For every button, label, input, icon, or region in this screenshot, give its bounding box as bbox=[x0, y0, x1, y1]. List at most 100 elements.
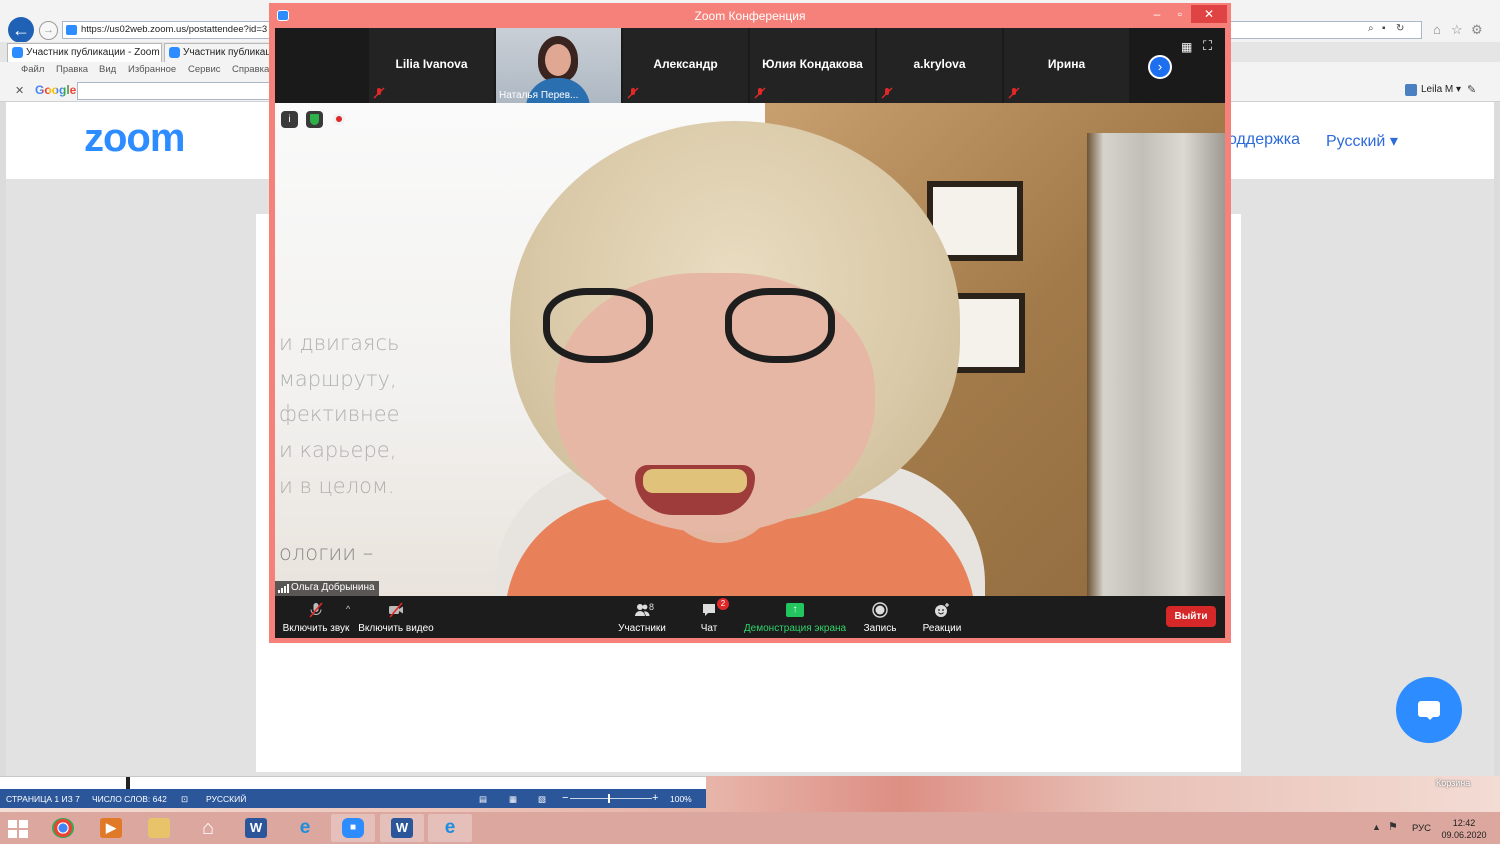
minimize-button[interactable]: – bbox=[1145, 5, 1169, 23]
taskbar-word[interactable]: W bbox=[234, 814, 278, 842]
refresh-icon[interactable]: ↻ bbox=[1396, 23, 1404, 34]
fullscreen-icon[interactable]: ⛶ bbox=[1203, 39, 1217, 53]
wrench-icon[interactable]: ✎ bbox=[1467, 83, 1476, 96]
user-menu[interactable]: Leila M ▾ bbox=[1405, 84, 1462, 96]
participant-tile-yulia-kondakova[interactable]: Юлия Кондакова bbox=[750, 28, 875, 103]
audio-options-chevron-icon[interactable]: ^ bbox=[346, 604, 350, 614]
google-search-input[interactable] bbox=[77, 82, 272, 100]
taskbar-file-explorer[interactable] bbox=[137, 814, 181, 842]
record-button[interactable]: Запись bbox=[858, 596, 902, 638]
participant-tile-a-krylova[interactable]: a.krylova bbox=[877, 28, 1002, 103]
print-layout-icon[interactable]: ▦ bbox=[509, 794, 517, 805]
site-favicon-icon bbox=[66, 25, 77, 35]
unmute-button[interactable]: ^ Включить звук bbox=[281, 596, 351, 638]
start-video-button[interactable]: Включить видео bbox=[357, 596, 435, 638]
google-logo: Google bbox=[35, 83, 76, 97]
close-icon[interactable]: ✕ bbox=[15, 84, 24, 97]
menu-favorites[interactable]: Избранное bbox=[128, 64, 176, 75]
taskbar-internet-explorer[interactable]: e bbox=[283, 814, 327, 842]
clock-time: 12:42 bbox=[1452, 818, 1476, 828]
menu-view[interactable]: Вид bbox=[99, 64, 116, 75]
info-icon[interactable]: i bbox=[281, 111, 298, 128]
taskbar-internet-explorer-active[interactable]: e bbox=[428, 814, 472, 842]
chat-button[interactable] bbox=[1396, 677, 1462, 743]
back-button[interactable]: ← bbox=[8, 17, 34, 43]
forward-button[interactable]: → bbox=[39, 21, 58, 40]
browser-tab-1[interactable]: Участник публикации - Zoom bbox=[7, 43, 162, 62]
mic-muted-icon bbox=[308, 602, 324, 618]
reactions-smiley-icon bbox=[934, 602, 950, 618]
taskbar-chrome[interactable] bbox=[41, 814, 85, 842]
share-screen-label: Демонстрация экрана bbox=[743, 623, 847, 634]
participants-count: 8 bbox=[649, 602, 655, 612]
start-button[interactable] bbox=[8, 820, 28, 838]
menu-tools[interactable]: Сервис bbox=[188, 64, 221, 75]
participant-video-face bbox=[545, 44, 571, 76]
zoom-logo[interactable]: zoom bbox=[84, 116, 185, 161]
zoom-tab-icon bbox=[169, 47, 180, 58]
menu-help[interactable]: Справка bbox=[232, 64, 269, 75]
record-icon bbox=[872, 602, 888, 618]
tray-chevron-up-icon[interactable]: ▲ bbox=[1372, 822, 1381, 832]
maximize-button[interactable]: ▫ bbox=[1168, 5, 1192, 23]
zoom-slider[interactable] bbox=[570, 794, 652, 803]
read-mode-icon[interactable]: ▤ bbox=[479, 794, 487, 805]
zoom-percent[interactable]: 100% bbox=[670, 794, 692, 804]
next-page-button[interactable]: › bbox=[1148, 55, 1172, 79]
participant-name: Наталья Перев... bbox=[499, 90, 579, 101]
address-bar[interactable]: https://us02web.zoom.us/postattendee?id=… bbox=[62, 21, 272, 39]
action-center-flag-icon[interactable]: ⚑ bbox=[1388, 820, 1398, 833]
encryption-shield-icon[interactable] bbox=[306, 111, 323, 128]
zoom-icon: ■ bbox=[342, 818, 364, 838]
browser-tab-2[interactable]: Участник публикации bbox=[164, 43, 272, 62]
browser-right-tools: ⌕ ▪ ↻ ⌂ ☆ ⚙ bbox=[1230, 21, 1500, 39]
recycle-bin-label[interactable]: Корзина bbox=[1436, 778, 1470, 788]
proofing-icon[interactable]: ⊡ bbox=[181, 794, 188, 805]
chat-button[interactable]: 2 Чат bbox=[685, 596, 733, 638]
share-screen-button[interactable]: ↑ Демонстрация экрана bbox=[741, 596, 849, 638]
search-icon[interactable]: ⌕ bbox=[1368, 23, 1374, 34]
home-icon[interactable]: ⌂ bbox=[1433, 21, 1441, 39]
participant-tile-aleksandr[interactable]: Александр bbox=[623, 28, 748, 103]
active-speaker-video[interactable]: и двигаясь маршруту, фективнее и карьере… bbox=[275, 103, 1225, 596]
document-language[interactable]: РУССКИЙ bbox=[206, 794, 246, 804]
participant-tile-irina[interactable]: Ирина bbox=[1004, 28, 1129, 103]
participant-name: Ирина bbox=[1047, 57, 1086, 71]
language-selector[interactable]: Русский ▾ bbox=[1326, 131, 1398, 151]
taskbar-zoom[interactable]: ■ bbox=[331, 814, 375, 842]
share-screen-icon: ↑ bbox=[786, 603, 804, 617]
zoom-out-icon[interactable]: − bbox=[562, 792, 568, 804]
user-label: Leila M ▾ bbox=[1421, 84, 1462, 95]
participant-tile-natalia[interactable]: Наталья Перев... bbox=[496, 28, 621, 103]
page-count[interactable]: СТРАНИЦА 1 ИЗ 7 bbox=[6, 794, 80, 804]
internet-explorer-icon: e bbox=[299, 817, 311, 838]
taskbar-media-player[interactable]: ▶ bbox=[89, 814, 133, 842]
input-language[interactable]: РУС bbox=[1412, 823, 1431, 834]
participant-tile-lilia-ivanova[interactable]: Lilia Ivanova bbox=[369, 28, 494, 103]
taskbar-home[interactable]: ⌂ bbox=[186, 814, 230, 842]
zoom-slider-knob[interactable] bbox=[608, 794, 610, 803]
word-count[interactable]: ЧИСЛО СЛОВ: 642 bbox=[92, 794, 167, 804]
speaker-name: Ольга Добрынина bbox=[291, 582, 375, 593]
reactions-button[interactable]: Реакции bbox=[918, 596, 966, 638]
ruler-marker[interactable] bbox=[126, 777, 130, 789]
menu-edit[interactable]: Правка bbox=[56, 64, 88, 75]
close-button[interactable]: ✕ bbox=[1191, 5, 1227, 23]
window-titlebar[interactable]: Zoom Конференция – ▫ ✕ bbox=[269, 3, 1231, 28]
participants-button[interactable]: 8 Участники bbox=[616, 596, 668, 638]
zoom-in-icon[interactable]: + bbox=[652, 792, 658, 804]
taskbar-word-active[interactable]: W bbox=[380, 814, 424, 842]
menu-file[interactable]: Файл bbox=[21, 64, 44, 75]
leave-meeting-button[interactable]: Выйти bbox=[1166, 606, 1216, 627]
web-layout-icon[interactable]: ▧ bbox=[538, 794, 546, 805]
chat-unread-badge: 2 bbox=[717, 598, 729, 610]
poster-text-line: и карьере, bbox=[279, 438, 397, 462]
nav-support-link[interactable]: оддержка bbox=[1228, 131, 1300, 149]
participant-name: a.krylova bbox=[913, 57, 966, 71]
zoom-tab-icon bbox=[12, 47, 23, 58]
muted-mic-icon bbox=[373, 87, 385, 99]
gallery-view-icon[interactable]: ▦ bbox=[1181, 40, 1195, 54]
favorites-star-icon[interactable]: ☆ bbox=[1451, 21, 1463, 39]
clock[interactable]: 12:42 09.06.2020 bbox=[1440, 817, 1488, 841]
settings-gear-icon[interactable]: ⚙ bbox=[1471, 21, 1483, 39]
